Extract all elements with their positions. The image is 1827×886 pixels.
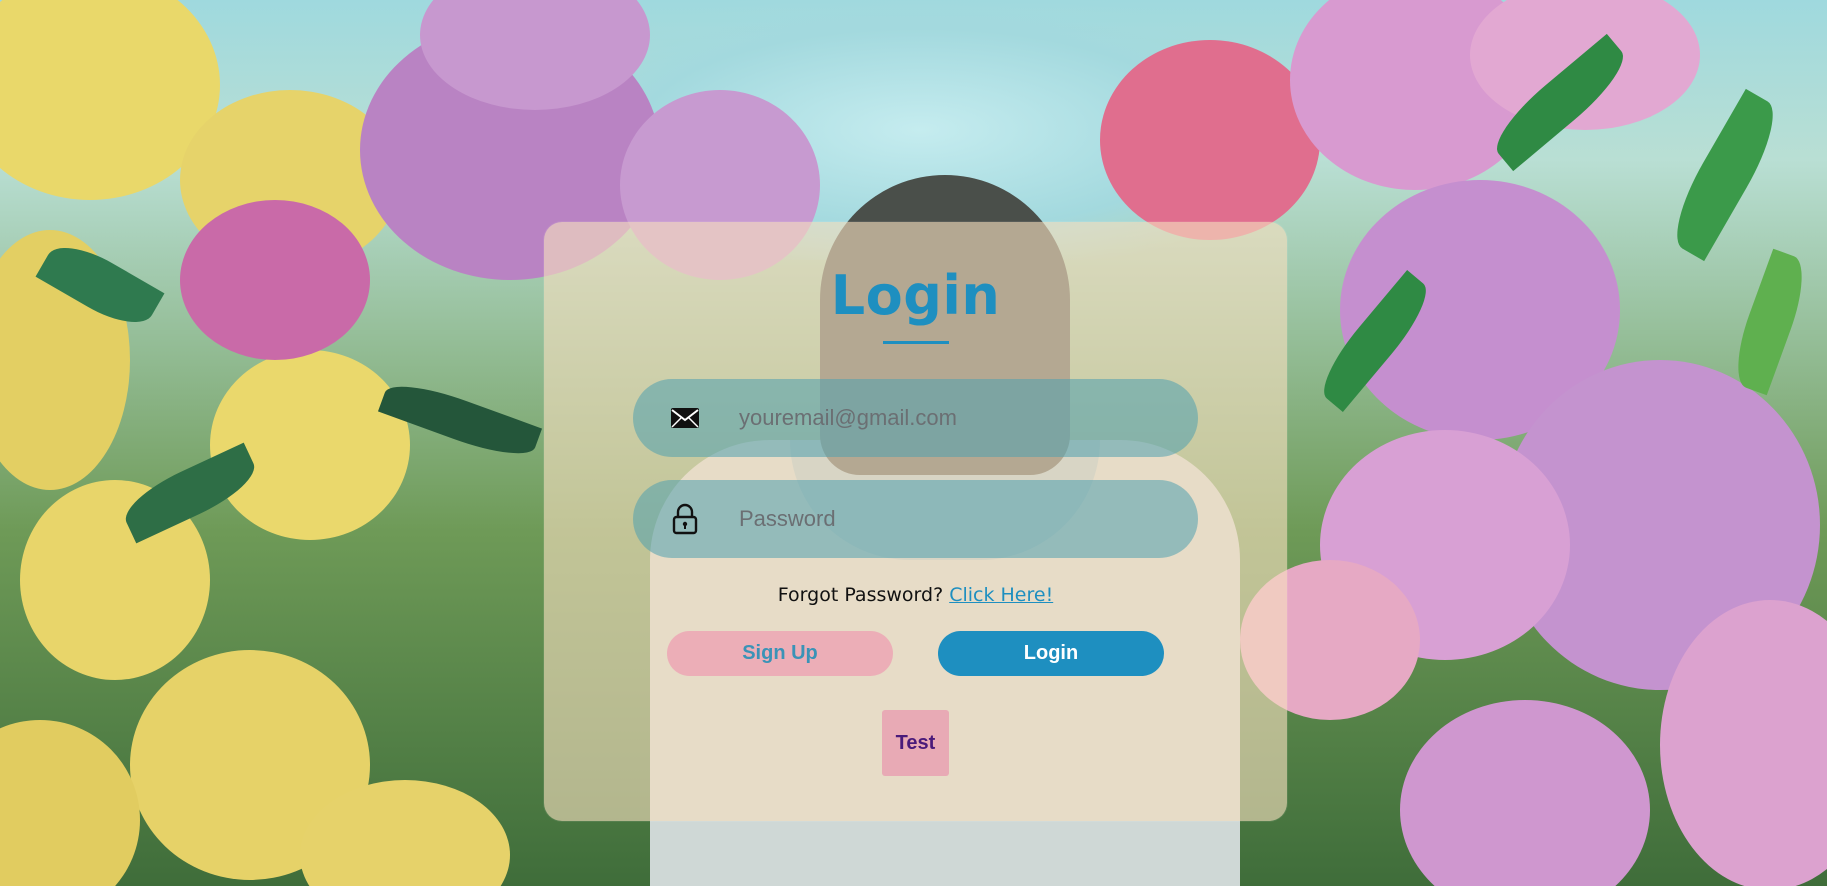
test-button[interactable]: Test <box>882 710 949 776</box>
password-input[interactable] <box>737 505 1174 533</box>
forgot-password-text: Forgot Password? <box>777 584 944 606</box>
leaf <box>1725 248 1815 396</box>
title-underline <box>883 341 949 344</box>
email-field-wrapper <box>633 379 1198 457</box>
envelope-icon <box>669 402 701 434</box>
login-title: Login <box>830 264 1001 327</box>
lock-icon <box>669 503 701 535</box>
flower-cluster <box>180 200 370 360</box>
login-card: Login Forgot Password? Click Here! Sign … <box>544 222 1287 821</box>
email-input[interactable] <box>737 404 1174 432</box>
forgot-password-link[interactable]: Click Here! <box>949 584 1053 606</box>
login-button[interactable]: Login <box>938 631 1164 676</box>
leaf <box>1660 88 1790 262</box>
forgot-password-row: Forgot Password? Click Here! <box>544 584 1287 606</box>
password-field-wrapper <box>633 480 1198 558</box>
flower-cluster <box>1400 700 1650 886</box>
flower-cluster <box>0 720 140 886</box>
sign-up-button[interactable]: Sign Up <box>667 631 893 676</box>
flower-cluster <box>1100 40 1320 240</box>
